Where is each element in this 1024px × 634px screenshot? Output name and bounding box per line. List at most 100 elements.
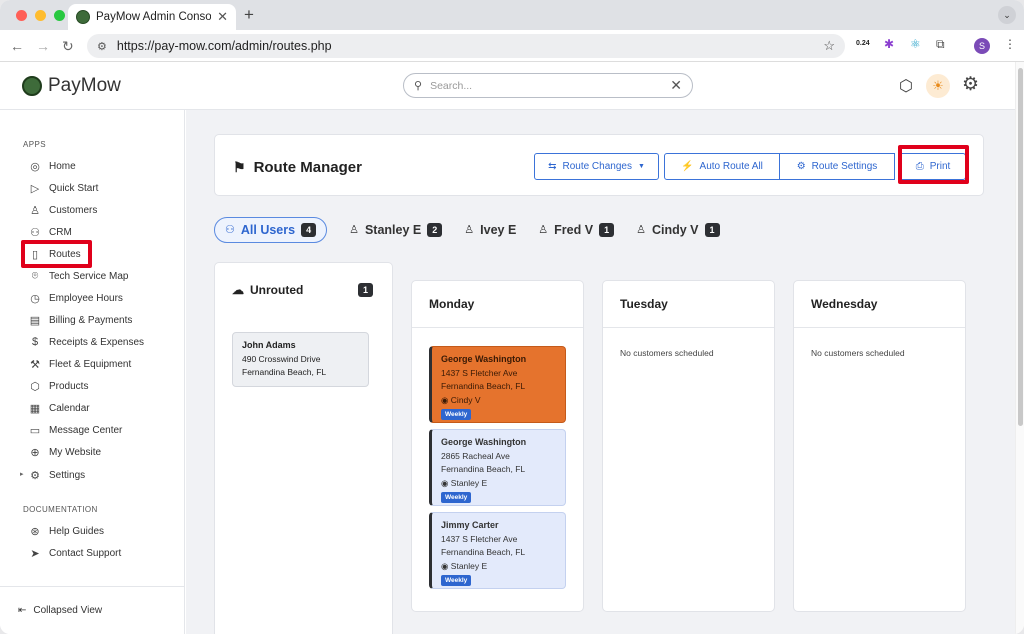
customer-name: John Adams	[242, 340, 296, 350]
user-tab-count-badge: 4	[301, 222, 317, 237]
routes-highlight-box	[21, 240, 92, 268]
cube-icon[interactable]: ⬡	[899, 76, 913, 96]
sidebar-item-billing-payments[interactable]: ▤ Billing & Payments	[29, 311, 133, 329]
user-icon: ♙	[538, 224, 549, 236]
browser-menu-icon[interactable]: ⋮	[1004, 37, 1016, 51]
sidebar-item-label: Calendar	[49, 402, 90, 414]
page-scrollbar[interactable]	[1015, 62, 1024, 634]
user-tab-label: Fred V	[554, 222, 594, 237]
gear-icon: ⚙	[30, 469, 40, 482]
browser-tab[interactable]: PayMow Admin Console ✕	[68, 4, 236, 30]
extension-gear-icon[interactable]: ✱	[884, 37, 894, 51]
tab-strip: PayMow Admin Console ✕ + ⌄	[0, 0, 1024, 30]
app-header: PayMow ⚲ Search... ✕ ⬡ ☀ ⚙	[0, 62, 1015, 110]
sidebar-item-label: Message Center	[49, 424, 123, 436]
extension-counter[interactable]: 0.24	[856, 40, 870, 47]
sidebar-item-receipts-expenses[interactable]: $ Receipts & Expenses	[29, 333, 144, 351]
main-content: ⚑ Route Manager ⇆ Route Changes ▼ ⚡ Auto Ro…	[186, 110, 1015, 634]
sidebar-item-label: Settings	[49, 469, 86, 481]
unrouted-customer-card[interactable]: John Adams 490 Crosswind Drive Fernandin…	[232, 332, 369, 387]
route-stop-card[interactable]: George Washington 2865 Racheal Ave Fernand…	[429, 429, 566, 506]
route-changes-label: Route Changes	[562, 161, 632, 172]
assigned-tech: ◉ Stanley E	[441, 560, 557, 574]
sidebar-item-products[interactable]: ⬡ Products	[29, 377, 88, 395]
customer-address: 1437 S Fletcher Ave	[441, 367, 518, 378]
forward-icon[interactable]: →	[36, 38, 50, 54]
customer-city: Fernandina Beach, FL	[441, 547, 526, 557]
user-tab-count-badge: 2	[427, 222, 443, 237]
theme-sun-icon[interactable]: ☀	[926, 74, 950, 98]
cloud-icon: ☁	[232, 283, 244, 297]
search-input[interactable]: Search...	[430, 80, 662, 92]
sidebar-item-customers[interactable]: ♙ Customers	[29, 201, 97, 219]
site-info-icon[interactable]: ⚙	[97, 40, 107, 53]
auto-route-button[interactable]: ⚡ Auto Route All	[664, 153, 780, 180]
extensions-puzzle-icon[interactable]: ⧉	[936, 37, 945, 52]
user-tab-cindy-v[interactable]: ♙ Cindy V 1	[636, 222, 720, 237]
sidebar-item-fleet-equipment[interactable]: ⚒ Fleet & Equipment	[29, 355, 131, 373]
brand-logo[interactable]: PayMow	[22, 75, 121, 97]
day-column-tuesday: Tuesday No customers scheduled	[602, 280, 775, 612]
user-tab-stanley-e[interactable]: ♙ Stanley E 2	[349, 222, 443, 237]
user-tab-ivey-e[interactable]: ♙ Ivey E	[464, 223, 516, 237]
react-extension-icon[interactable]: ⚛	[910, 37, 921, 51]
new-tab-button[interactable]: +	[244, 5, 254, 25]
route-stop-card[interactable]: George Washington 1437 S Fletcher Ave Fern…	[429, 346, 566, 423]
user-circle-icon: ◉	[441, 560, 449, 571]
paymow-logo-icon	[22, 76, 42, 96]
back-icon[interactable]: ←	[10, 38, 24, 54]
collapse-sidebar-button[interactable]: ⇤ Collapsed View	[18, 605, 102, 616]
sidebar-item-tech-service-map[interactable]: ⌾ Tech Service Map	[29, 267, 129, 285]
sidebar-item-help-guides[interactable]: ⊛ Help Guides	[29, 522, 104, 540]
sidebar-item-home[interactable]: ◎ Home	[29, 157, 76, 175]
close-window-button[interactable]	[16, 10, 27, 21]
zoom-window-button[interactable]	[54, 10, 65, 21]
sidebar-item-label: Contact Support	[49, 547, 122, 559]
settings-expand-chevron-icon[interactable]: ▸	[20, 470, 24, 478]
tab-title: PayMow Admin Console	[96, 11, 212, 23]
user-tab-count-badge: 1	[599, 222, 615, 237]
sidebar-item-employee-hours[interactable]: ◷ Employee Hours	[29, 289, 123, 307]
profile-avatar[interactable]: S	[974, 38, 990, 54]
empty-day-message: No customers scheduled	[620, 348, 714, 358]
tab-search-button[interactable]: ⌄	[998, 6, 1016, 24]
sidebar-item-calendar[interactable]: ▦ Calendar	[29, 399, 90, 417]
user-circle-icon: ◉	[441, 477, 449, 488]
reload-icon[interactable]: ↻	[62, 38, 74, 55]
sidebar-item-label: Home	[49, 160, 76, 172]
sidebar-item-label: Receipts & Expenses	[49, 336, 145, 348]
close-tab-icon[interactable]: ✕	[217, 9, 228, 25]
sidebar-item-quick-start[interactable]: ▷ Quick Start	[29, 179, 99, 197]
customer-name: George Washington	[441, 437, 527, 447]
customer-city: Fernandina Beach, FL	[441, 381, 526, 391]
clock-icon: ◷	[30, 292, 40, 305]
global-search[interactable]: ⚲ Search... ✕	[403, 73, 693, 98]
docs-heading: DOCUMENTATION	[23, 505, 98, 514]
sidebar-item-crm[interactable]: ⚇ CRM	[29, 223, 72, 241]
scrollbar-thumb[interactable]	[1018, 68, 1023, 426]
address-toolbar: ← → ↻ ⚙ https://pay-mow.com/admin/routes…	[0, 30, 1024, 62]
signpost-icon: ⚑	[233, 159, 246, 175]
sidebar-item-contact-support[interactable]: ➤ Contact Support	[29, 544, 121, 562]
bookmark-star-icon[interactable]: ☆	[823, 38, 835, 54]
collapse-label: Collapsed View	[33, 605, 103, 616]
user-tab-fred-v[interactable]: ♙ Fred V 1	[538, 222, 615, 237]
route-changes-button[interactable]: ⇆ Route Changes ▼	[534, 153, 659, 180]
route-stop-card[interactable]: Jimmy Carter 1437 S Fletcher Ave Fernandin…	[429, 512, 566, 589]
tech-name: Stanley E	[450, 560, 488, 571]
sidebar-item-settings[interactable]: ⚙ Settings	[29, 466, 85, 484]
route-settings-button[interactable]: ⚙ Route Settings	[779, 153, 895, 180]
user-tab-all-users[interactable]: ⚇ All Users 4	[214, 216, 328, 243]
unrouted-header: ☁ Unrouted	[232, 283, 303, 297]
sidebar-item-message-center[interactable]: ▭ Message Center	[29, 421, 123, 439]
clear-search-icon[interactable]: ✕	[670, 77, 682, 94]
customer-city: Fernandina Beach, FL	[441, 464, 526, 474]
minimize-window-button[interactable]	[35, 10, 46, 21]
settings-gear-icon[interactable]: ⚙	[962, 73, 979, 96]
pin-icon: ⌾	[31, 269, 39, 282]
chat-icon: ▭	[29, 424, 41, 437]
sidebar-item-my-website[interactable]: ⊕ My Website	[29, 443, 101, 461]
frequency-tag: Weekly	[441, 575, 472, 586]
person-icon: ♙	[30, 204, 40, 217]
address-bar[interactable]: ⚙ https://pay-mow.com/admin/routes.php ☆	[87, 34, 845, 58]
